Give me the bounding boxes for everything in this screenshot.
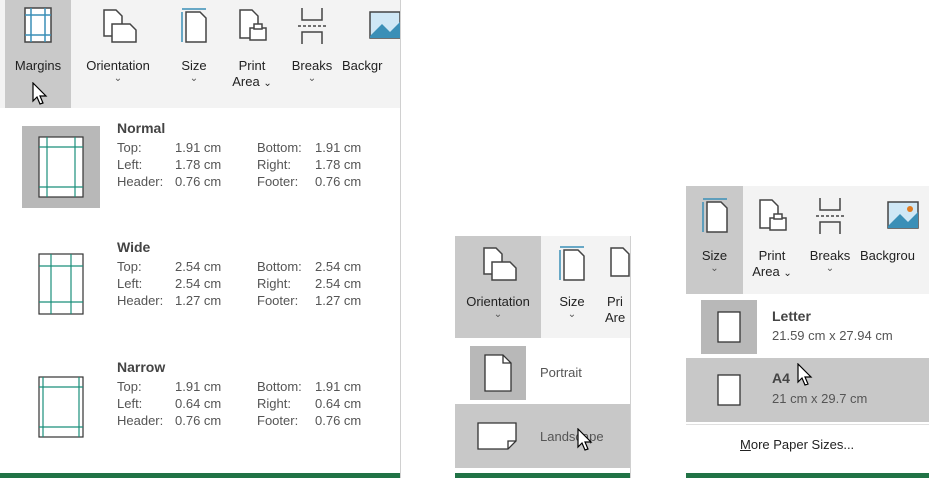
panel-bottom-border — [455, 473, 630, 478]
orientation-ribbon: Orientation ⌄ Size ⌄ Pri Are — [455, 236, 630, 338]
wide-values: Top: 2.54 cm Bottom: 2.54 cm Left: 2.54 cm Ri… — [117, 259, 362, 308]
size-button[interactable]: Size ⌄ — [168, 0, 220, 108]
print-label-1: Pri — [607, 294, 623, 309]
a4-dims: 21 cm x 29.7 cm — [772, 391, 868, 406]
orientation-button[interactable]: Orientation ⌄ — [455, 236, 541, 338]
orientation-menu: Portrait Landscape — [455, 338, 630, 473]
size-icon — [701, 198, 728, 233]
chevron-down-icon: ⌄ — [113, 73, 123, 84]
margin-option-wide[interactable]: Wide Top: 2.54 cm Bottom: 2.54 cm Left: 2.54… — [0, 228, 400, 338]
mouse-pointer-icon — [32, 82, 48, 105]
normal-margins-icon — [38, 136, 84, 198]
size-option-letter[interactable]: Letter 21.59 cm x 27.94 cm — [686, 294, 929, 358]
breaks-label: Breaks — [809, 248, 851, 263]
size-icon — [181, 8, 207, 43]
wide-title: Wide — [117, 239, 151, 255]
margin-option-narrow[interactable]: Narrow Top: 1.91 cm Bottom: 1.91 cm Left: 0.… — [0, 348, 400, 463]
letter-title: Letter — [772, 308, 811, 324]
print-area-button[interactable]: Print Area ⌄ — [746, 186, 798, 294]
portrait-page-icon — [484, 354, 512, 392]
background-label: Backgrou — [860, 248, 915, 263]
breaks-button[interactable]: Breaks ⌄ — [284, 0, 340, 108]
print-area-icon — [759, 199, 787, 231]
background-icon — [369, 11, 400, 39]
margins-label: Margins — [14, 58, 62, 73]
more-paper-sizes-item[interactable]: More Paper Sizes... — [686, 424, 929, 465]
orientation-icon — [483, 247, 517, 281]
panel-bottom-border — [0, 473, 400, 478]
size-label: Size — [701, 248, 728, 263]
letter-page-icon — [717, 311, 741, 343]
size-label: Size — [559, 294, 585, 309]
breaks-label: Breaks — [291, 58, 333, 73]
background-icon — [887, 201, 919, 229]
size-button[interactable]: Size ⌄ — [547, 236, 597, 338]
orientation-option-portrait[interactable]: Portrait — [455, 338, 630, 402]
letter-dims: 21.59 cm x 27.94 cm — [772, 328, 893, 343]
portrait-label: Portrait — [540, 365, 582, 380]
background-label: Backgr — [342, 58, 383, 73]
print-label-2: Are — [605, 310, 626, 325]
print-label-2: Area ⌄ — [752, 264, 792, 279]
narrow-values: Top: 1.91 cm Bottom: 1.91 cm Left: 0.64 cm Ri… — [117, 379, 362, 428]
orientation-icon — [103, 9, 137, 43]
margins-dropdown-panel: Margins Orientation ⌄ Size ⌄ Print Area … — [0, 0, 401, 478]
size-dropdown-panel: Size ⌄ Print Area ⌄ Breaks ⌄ Backgrou Le… — [686, 186, 929, 478]
orientation-dropdown-panel: Orientation ⌄ Size ⌄ Pri Are Portrait La… — [455, 236, 631, 478]
a4-page-icon — [717, 374, 741, 406]
breaks-icon — [298, 8, 326, 44]
background-button[interactable]: Backgr — [342, 0, 400, 108]
print-area-button[interactable]: Pri Are — [597, 236, 630, 338]
orientation-option-landscape[interactable]: Landscape — [455, 404, 630, 468]
orientation-label: Orientation — [86, 58, 150, 73]
breaks-button[interactable]: Breaks ⌄ — [802, 186, 858, 294]
landscape-page-icon — [477, 422, 517, 450]
size-ribbon: Size ⌄ Print Area ⌄ Breaks ⌄ Backgrou — [686, 186, 929, 294]
orientation-label: Orientation — [466, 294, 530, 309]
more-paper-sizes-label: More Paper Sizes... — [740, 437, 855, 452]
mouse-pointer-icon — [797, 363, 813, 386]
margins-icon — [24, 7, 52, 43]
print-area-icon — [239, 9, 267, 41]
size-option-a4[interactable]: A4 21 cm x 29.7 cm — [686, 358, 929, 422]
panel-bottom-border — [686, 473, 929, 478]
size-label: Size — [181, 58, 207, 73]
size-menu: Letter 21.59 cm x 27.94 cm A4 21 cm x 29… — [686, 294, 929, 473]
narrow-title: Narrow — [117, 359, 166, 375]
print-area-icon — [610, 247, 630, 277]
orientation-button[interactable]: Orientation ⌄ — [73, 0, 163, 108]
print-area-button[interactable]: Print Area ⌄ — [224, 0, 280, 108]
mouse-pointer-icon — [577, 428, 593, 451]
margin-option-normal[interactable]: Normal Top: 1.91 cm Bottom: 1.91 cm Left: 1.… — [0, 108, 400, 218]
background-button[interactable]: Backgrou — [860, 186, 929, 294]
a4-title: A4 — [772, 370, 790, 386]
print-area-label-2: Area ⌄ — [232, 74, 272, 89]
chevron-down-icon: ⌄ — [189, 73, 199, 84]
normal-title: Normal — [117, 120, 166, 136]
print-area-label-1: Print — [238, 58, 266, 73]
chevron-down-icon: ⌄ — [307, 73, 317, 84]
normal-values: Top: 1.91 cm Bottom: 1.91 cm Left: 1.78 cm Ri… — [117, 140, 362, 189]
print-label-1: Print — [758, 248, 786, 263]
chevron-down-icon: ⌄ — [493, 309, 503, 320]
chevron-down-icon: ⌄ — [710, 263, 719, 274]
wide-margins-icon — [38, 253, 84, 315]
breaks-icon — [816, 198, 844, 234]
size-button[interactable]: Size ⌄ — [686, 186, 743, 294]
margins-menu: Normal Top: 1.91 cm Bottom: 1.91 cm Left: 1.… — [0, 108, 400, 473]
chevron-down-icon: ⌄ — [567, 309, 577, 320]
narrow-margins-icon — [38, 376, 84, 438]
chevron-down-icon: ⌄ — [825, 263, 835, 274]
page-layout-ribbon: Margins Orientation ⌄ Size ⌄ Print Area … — [0, 0, 400, 108]
size-icon — [559, 246, 585, 281]
